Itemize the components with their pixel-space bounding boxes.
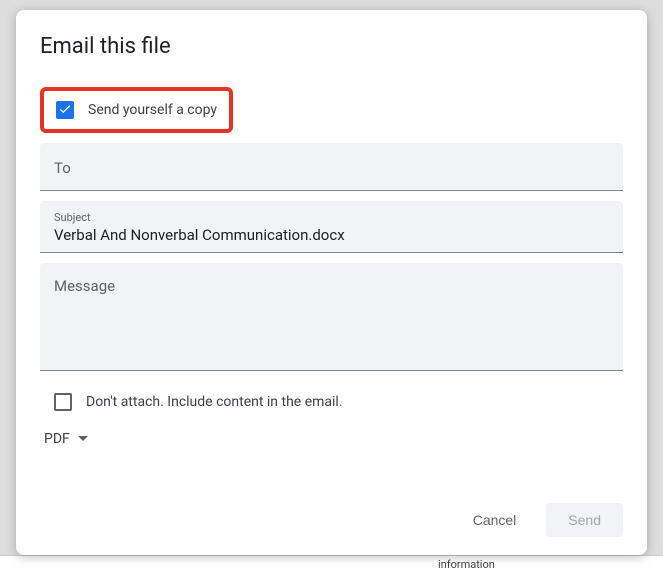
checkmark-icon bbox=[58, 101, 72, 120]
message-field[interactable]: Message bbox=[40, 263, 623, 371]
format-dropdown[interactable]: PDF bbox=[40, 419, 623, 448]
cancel-button[interactable]: Cancel bbox=[451, 503, 539, 537]
dont-attach-row: Don't attach. Include content in the ema… bbox=[40, 381, 623, 419]
subject-field[interactable]: Subject Verbal And Nonverbal Communicati… bbox=[40, 201, 623, 253]
chevron-down-icon bbox=[78, 429, 88, 448]
message-placeholder: Message bbox=[54, 277, 115, 295]
to-field[interactable]: To bbox=[40, 143, 623, 191]
dialog-actions: Cancel Send bbox=[40, 483, 623, 537]
send-copy-highlight: Send yourself a copy bbox=[40, 87, 233, 133]
dialog-title: Email this file bbox=[40, 34, 623, 59]
send-button[interactable]: Send bbox=[546, 503, 623, 537]
background-footer: information bbox=[0, 555, 663, 573]
dont-attach-label: Don't attach. Include content in the ema… bbox=[86, 394, 343, 410]
dont-attach-checkbox[interactable] bbox=[54, 393, 72, 411]
to-placeholder: To bbox=[54, 159, 71, 177]
send-copy-label: Send yourself a copy bbox=[88, 102, 217, 118]
email-file-dialog: Email this file Send yourself a copy To … bbox=[16, 10, 647, 555]
format-label: PDF bbox=[44, 431, 70, 447]
send-copy-checkbox[interactable] bbox=[56, 101, 74, 119]
subject-label: Subject bbox=[54, 211, 609, 224]
subject-value: Verbal And Nonverbal Communication.docx bbox=[54, 226, 609, 244]
